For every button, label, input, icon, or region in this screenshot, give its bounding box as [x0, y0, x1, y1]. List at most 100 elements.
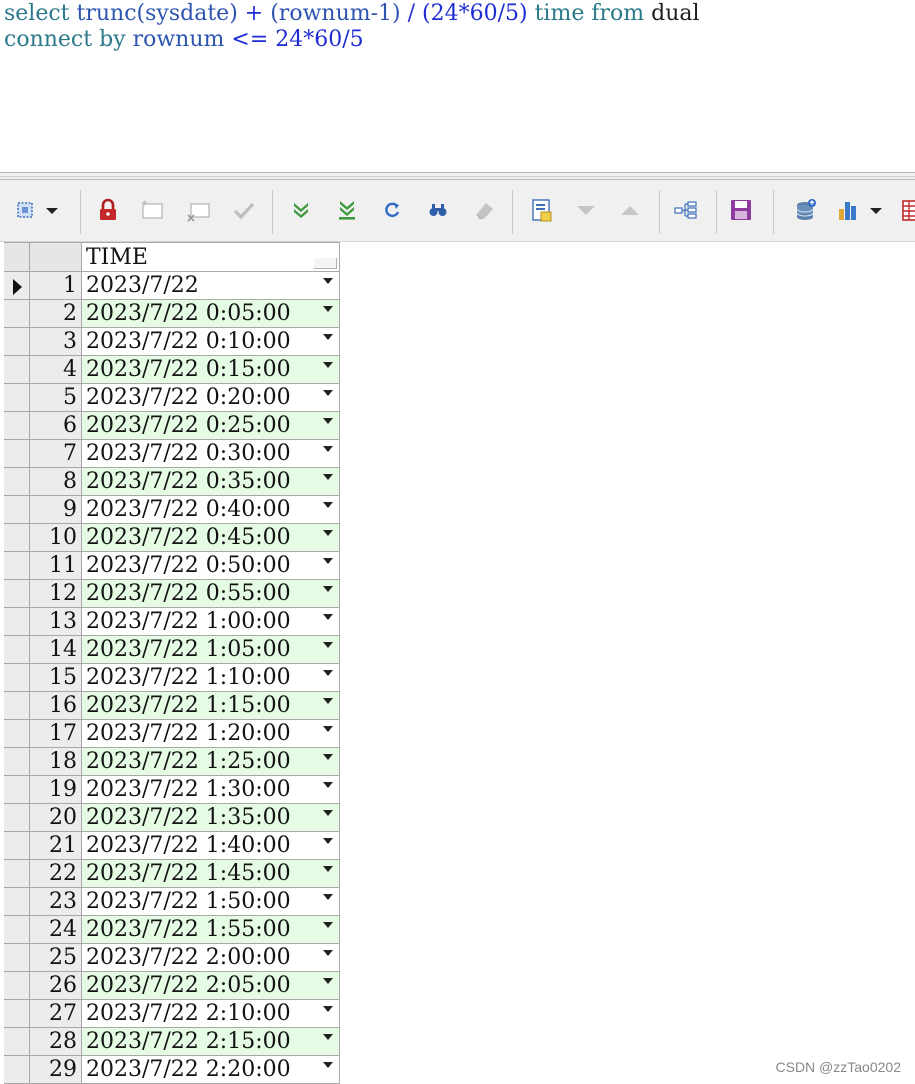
time-cell[interactable]: 2023/7/22 1:35:00: [82, 804, 340, 832]
cell-dropdown-icon[interactable]: [323, 502, 333, 508]
editor-results-splitter[interactable]: [0, 172, 915, 180]
row-number-cell[interactable]: 19: [30, 776, 82, 804]
time-cell[interactable]: 2023/7/22 0:45:00: [82, 524, 340, 552]
row-indicator-cell[interactable]: [4, 860, 30, 888]
time-cell[interactable]: 2023/7/22 0:20:00: [82, 384, 340, 412]
insert-record-icon[interactable]: [138, 195, 168, 225]
fetch-next-page-icon[interactable]: [286, 195, 316, 225]
cell-dropdown-icon[interactable]: [323, 1062, 333, 1068]
table-row[interactable]: 3 2023/7/22 0:10:00: [4, 328, 340, 356]
clear-record-icon[interactable]: [469, 195, 499, 225]
query-by-example-icon[interactable]: [423, 195, 453, 225]
previous-record-icon[interactable]: [615, 195, 645, 225]
row-indicator-cell[interactable]: [4, 804, 30, 832]
time-cell[interactable]: 2023/7/22 2:00:00: [82, 944, 340, 972]
header-rownum-cell[interactable]: [30, 242, 82, 272]
table-row[interactable]: 7 2023/7/22 0:30:00: [4, 440, 340, 468]
cell-dropdown-icon[interactable]: [323, 866, 333, 872]
table-row[interactable]: 29 2023/7/22 2:20:00: [4, 1056, 340, 1084]
time-cell[interactable]: 2023/7/22 2:20:00: [82, 1056, 340, 1084]
row-number-cell[interactable]: 6: [30, 412, 82, 440]
column-header-time[interactable]: TIME: [82, 242, 340, 272]
row-number-cell[interactable]: 18: [30, 748, 82, 776]
time-cell[interactable]: 2023/7/22 0:15:00: [82, 356, 340, 384]
row-number-cell[interactable]: 16: [30, 692, 82, 720]
table-row[interactable]: 11 2023/7/22 0:50:00: [4, 552, 340, 580]
row-indicator-cell[interactable]: [4, 636, 30, 664]
cell-dropdown-icon[interactable]: [323, 642, 333, 648]
time-cell[interactable]: 2023/7/22 1:00:00: [82, 608, 340, 636]
row-indicator-cell[interactable]: [4, 552, 30, 580]
time-cell[interactable]: 2023/7/22 0:10:00: [82, 328, 340, 356]
time-cell[interactable]: 2023/7/22 2:10:00: [82, 1000, 340, 1028]
row-indicator-cell[interactable]: [4, 356, 30, 384]
row-number-cell[interactable]: 23: [30, 888, 82, 916]
row-number-cell[interactable]: 1: [30, 272, 82, 300]
row-number-cell[interactable]: 9: [30, 496, 82, 524]
table-row[interactable]: 18 2023/7/22 1:25:00: [4, 748, 340, 776]
post-changes-icon[interactable]: [229, 195, 259, 225]
cell-dropdown-icon[interactable]: [323, 446, 333, 452]
row-number-cell[interactable]: 28: [30, 1028, 82, 1056]
row-indicator-cell[interactable]: [4, 412, 30, 440]
table-row[interactable]: 24 2023/7/22 1:55:00: [4, 916, 340, 944]
row-indicator-cell[interactable]: [4, 832, 30, 860]
table-row[interactable]: 19 2023/7/22 1:30:00: [4, 776, 340, 804]
save-icon[interactable]: [726, 195, 756, 225]
time-cell[interactable]: 2023/7/22 1:20:00: [82, 720, 340, 748]
table-row[interactable]: 6 2023/7/22 0:25:00: [4, 412, 340, 440]
row-indicator-cell[interactable]: [4, 916, 30, 944]
cell-dropdown-icon[interactable]: [323, 418, 333, 424]
table-row[interactable]: 12 2023/7/22 0:55:00: [4, 580, 340, 608]
cell-dropdown-icon[interactable]: [323, 614, 333, 620]
row-number-cell[interactable]: 7: [30, 440, 82, 468]
select-columns-icon[interactable]: [11, 195, 41, 225]
time-cell[interactable]: 2023/7/22: [82, 272, 340, 300]
row-indicator-cell[interactable]: [4, 328, 30, 356]
cell-dropdown-icon[interactable]: [323, 978, 333, 984]
cell-dropdown-icon[interactable]: [323, 670, 333, 676]
row-indicator-cell[interactable]: [4, 272, 30, 300]
sql-line-1[interactable]: select trunc(sysdate) + (rownum-1) / (24…: [4, 0, 700, 28]
time-cell[interactable]: 2023/7/22 0:35:00: [82, 468, 340, 496]
time-cell[interactable]: 2023/7/22 1:55:00: [82, 916, 340, 944]
lock-icon[interactable]: [93, 195, 123, 225]
table-row[interactable]: 1 2023/7/22: [4, 272, 340, 300]
row-number-cell[interactable]: 21: [30, 832, 82, 860]
fetch-last-page-icon[interactable]: [332, 195, 362, 225]
table-row[interactable]: 23 2023/7/22 1:50:00: [4, 888, 340, 916]
table-row[interactable]: 25 2023/7/22 2:00:00: [4, 944, 340, 972]
cell-dropdown-icon[interactable]: [323, 950, 333, 956]
cell-dropdown-icon[interactable]: [323, 278, 333, 284]
row-number-cell[interactable]: 24: [30, 916, 82, 944]
cell-dropdown-icon[interactable]: [323, 782, 333, 788]
row-indicator-cell[interactable]: [4, 1056, 30, 1084]
time-cell[interactable]: 2023/7/22 1:50:00: [82, 888, 340, 916]
cell-dropdown-icon[interactable]: [323, 894, 333, 900]
time-cell[interactable]: 2023/7/22 2:15:00: [82, 1028, 340, 1056]
column-resize-handle[interactable]: [314, 258, 337, 269]
result-grid[interactable]: TIME 1 2023/7/22 2 2023/7/22 0:05:00 3 2023/7…: [0, 242, 915, 1084]
table-row[interactable]: 2 2023/7/22 0:05:00: [4, 300, 340, 328]
row-indicator-cell[interactable]: [4, 776, 30, 804]
table-row[interactable]: 9 2023/7/22 0:40:00: [4, 496, 340, 524]
cell-dropdown-icon[interactable]: [323, 334, 333, 340]
row-indicator-cell[interactable]: [4, 1000, 30, 1028]
next-record-icon[interactable]: [571, 195, 601, 225]
table-row[interactable]: 8 2023/7/22 0:35:00: [4, 468, 340, 496]
cell-dropdown-icon[interactable]: [323, 726, 333, 732]
table-row[interactable]: 13 2023/7/22 1:00:00: [4, 608, 340, 636]
cell-dropdown-icon[interactable]: [323, 390, 333, 396]
table-row[interactable]: 15 2023/7/22 1:10:00: [4, 664, 340, 692]
row-number-cell[interactable]: 25: [30, 944, 82, 972]
table-row[interactable]: 14 2023/7/22 1:05:00: [4, 636, 340, 664]
cell-dropdown-icon[interactable]: [323, 362, 333, 368]
time-cell[interactable]: 2023/7/22 0:25:00: [82, 412, 340, 440]
row-number-cell[interactable]: 22: [30, 860, 82, 888]
row-number-cell[interactable]: 27: [30, 1000, 82, 1028]
delete-record-icon[interactable]: [184, 195, 214, 225]
row-number-cell[interactable]: 17: [30, 720, 82, 748]
row-indicator-cell[interactable]: [4, 440, 30, 468]
row-number-cell[interactable]: 29: [30, 1056, 82, 1084]
cell-dropdown-icon[interactable]: [323, 306, 333, 312]
